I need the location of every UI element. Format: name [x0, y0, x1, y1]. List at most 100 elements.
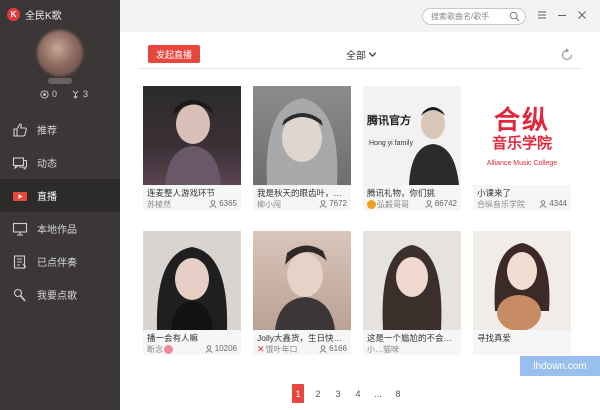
- cover-illustration: [275, 245, 335, 330]
- app-title: 全民K歌: [25, 10, 62, 22]
- live-room-card[interactable]: 我是秋天的眼齿叶，… 柳小闯 7672: [253, 86, 351, 210]
- nickname-blurred: [48, 78, 72, 84]
- viewers-icon: [209, 199, 217, 208]
- monitor-icon: [12, 221, 28, 237]
- page-button-3[interactable]: 3: [328, 384, 348, 403]
- sidebar-item-label: 推荐: [37, 126, 57, 137]
- viewer-count-value: 4344: [549, 199, 567, 208]
- viewers-icon: [425, 199, 433, 208]
- cross-badge-icon: ✕: [257, 344, 265, 354]
- sidebar-item-label: 我要点歌: [37, 291, 77, 302]
- level-badge-icon: [367, 200, 376, 209]
- sidebar-item-feed[interactable]: 动态: [0, 146, 120, 179]
- profile-stats: 0 3: [40, 89, 88, 99]
- live-room-card[interactable]: 寻找真爱: [473, 231, 571, 355]
- viewer-count-value: 7672: [329, 199, 347, 208]
- room-host: 苏棱然: [147, 200, 171, 209]
- search-box[interactable]: [422, 8, 526, 25]
- pagination: 1 2 3 4 ... 8: [292, 384, 408, 403]
- thumbs-up-icon: [12, 122, 28, 138]
- viewer-count-value: 6365: [219, 199, 237, 208]
- cover-text: 腾讯官方: [367, 114, 411, 127]
- cover-caption: Alliance Music College: [486, 160, 558, 167]
- room-host: 断念: [147, 344, 201, 355]
- chevron-down-icon: [368, 52, 377, 58]
- page-button-2[interactable]: 2: [308, 384, 328, 403]
- sidebar-item-recommend[interactable]: 推荐: [0, 113, 120, 146]
- room-title: 腾讯礼物，你们挑: [367, 188, 436, 198]
- room-host: ✕ 饿叶年口: [257, 344, 311, 355]
- cover-illustration: [266, 98, 338, 185]
- stat-flowers[interactable]: 3: [71, 89, 88, 99]
- live-room-card[interactable]: 这是一个尴尬的不会… 小…猫咪: [363, 231, 461, 355]
- room-title: 这是一个尴尬的不会…: [367, 333, 453, 343]
- sidebar-nav: 推荐 动态 直播 本地作品 已点伴奏 我要点歌: [0, 113, 120, 311]
- room-title: 小课来了: [477, 188, 512, 198]
- coin-icon: [40, 89, 49, 99]
- live-room-card[interactable]: Jolly大鑫货，生日快… ✕ 饿叶年口 6166: [253, 231, 351, 355]
- room-title: Jolly大鑫货，生日快…: [257, 333, 343, 343]
- sidebar: K 全民K歌 0 3 推荐 动态 直播 本地作品 已点伴奏 我要点歌: [0, 0, 120, 410]
- stat-flowers-value: 3: [83, 89, 89, 99]
- stat-coins-value: 0: [52, 89, 58, 99]
- close-icon: [578, 11, 586, 19]
- room-title: 寻找真爱: [477, 333, 512, 343]
- app-logo-icon: K: [7, 7, 20, 21]
- viewers-icon: [539, 199, 547, 208]
- search-input[interactable]: [431, 12, 509, 21]
- refresh-icon[interactable]: [560, 48, 574, 62]
- sidebar-item-label: 已点伴奏: [37, 258, 77, 269]
- minimize-button[interactable]: [556, 9, 568, 21]
- watermark: lhdown.com: [520, 356, 600, 376]
- live-room-card[interactable]: 腾讯官方 Hong yi family 腾讯礼物，你们挑 弘毅哥哥 86742: [363, 86, 461, 210]
- live-room-card[interactable]: 连麦整人游戏环节 苏棱然 6365: [143, 86, 241, 210]
- room-host-name: 断念: [147, 345, 163, 354]
- room-cover: [253, 86, 351, 185]
- page-button-1[interactable]: 1: [292, 384, 304, 403]
- sidebar-item-label: 本地作品: [37, 225, 77, 236]
- sidebar-item-live[interactable]: 直播: [0, 179, 120, 212]
- viewer-count-value: 86742: [434, 199, 457, 208]
- viewers-icon: [319, 199, 327, 208]
- list-icon: [12, 254, 28, 270]
- viewer-count: 6365: [209, 199, 237, 208]
- filter-label: 全部: [346, 51, 366, 62]
- room-host: 小…猫咪: [367, 345, 399, 354]
- cover-illustration: [382, 245, 442, 330]
- room-cover: 合纵 音乐学院 Alliance Music College: [473, 86, 571, 185]
- stat-coins[interactable]: 0: [40, 89, 57, 99]
- search-icon[interactable]: [509, 11, 520, 22]
- menu-icon: [538, 11, 546, 19]
- viewers-icon: [319, 344, 327, 353]
- sidebar-item-label: 动态: [37, 159, 57, 170]
- category-filter-dropdown[interactable]: 全部: [346, 47, 377, 62]
- page-ellipsis: ...: [374, 388, 382, 399]
- page-button-8[interactable]: 8: [388, 384, 408, 403]
- room-cover: 腾讯官方 Hong yi family: [363, 86, 461, 185]
- close-button[interactable]: [576, 9, 588, 21]
- sidebar-item-ordered-tracks[interactable]: 已点伴奏: [0, 245, 120, 278]
- cover-subtext: Hong yi family: [369, 140, 413, 147]
- room-host: 合纵音乐学院: [477, 200, 525, 209]
- live-room-card[interactable]: 播一会有人嘛 断念 10206: [143, 231, 241, 355]
- cover-illustration: [165, 100, 221, 185]
- viewer-count: 10206: [205, 344, 237, 353]
- start-live-button[interactable]: 发起直播: [148, 45, 200, 63]
- chat-icon: [12, 155, 28, 171]
- cover-illustration: [409, 107, 459, 185]
- sidebar-item-request-song[interactable]: 我要点歌: [0, 278, 120, 311]
- viewer-count-value: 6166: [329, 344, 347, 353]
- room-cover: [253, 231, 351, 330]
- page-button-4[interactable]: 4: [348, 384, 368, 403]
- menu-button[interactable]: [536, 9, 548, 21]
- flower-icon: [72, 90, 79, 99]
- live-room-card[interactable]: 合纵 音乐学院 Alliance Music College 小课来了 合纵音乐…: [473, 86, 571, 210]
- viewers-icon: [205, 344, 213, 353]
- minimize-icon: [558, 14, 566, 17]
- avatar[interactable]: [37, 30, 83, 76]
- room-host: 弘毅哥哥: [367, 199, 421, 210]
- sidebar-item-local-works[interactable]: 本地作品: [0, 212, 120, 245]
- app-title-bar: K 全民K歌: [7, 6, 62, 22]
- room-cover: [143, 231, 241, 330]
- title-bar: [120, 0, 600, 32]
